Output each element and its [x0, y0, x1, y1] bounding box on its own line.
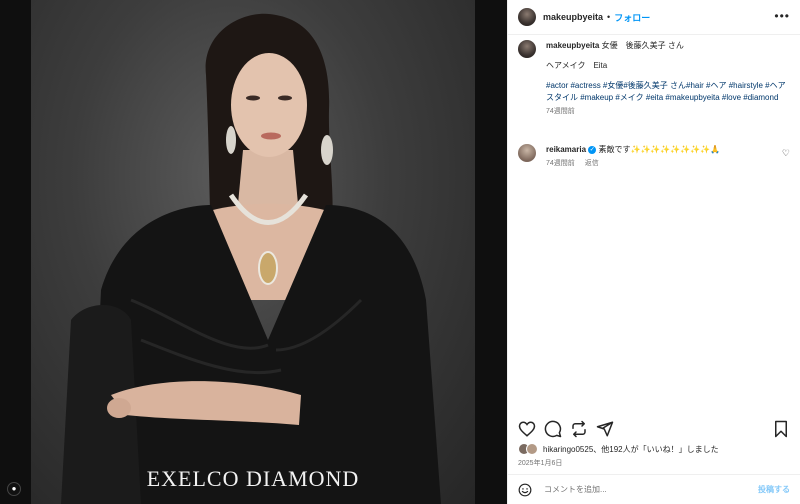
comment-text: 素敵です✨✨✨✨✨✨✨✨🙏 — [598, 145, 721, 154]
comment-time: 74週間前 — [546, 160, 575, 167]
post-date: 2025年1月6日 — [518, 460, 563, 467]
likes-text[interactable]: hikaringo0525、他192人が「いいね！」しました — [543, 444, 719, 455]
post-header: makeupbyeita • フォロー ••• — [508, 0, 800, 35]
caption-time: 74週間前 — [546, 108, 575, 115]
share-send-icon[interactable] — [596, 420, 614, 438]
comment-bubble-icon[interactable] — [544, 420, 562, 438]
post-side-panel: makeupbyeita • フォロー ••• makeupbyeita 女優 … — [507, 0, 800, 504]
header-separator: • — [607, 12, 611, 22]
commenter-avatar[interactable] — [518, 144, 536, 162]
post-actions — [518, 419, 790, 439]
caption-line2: ヘアメイク Eita — [546, 61, 608, 70]
caption-hashtags[interactable]: #actor #actress #女優#後藤久美子 さん#hair #ヘア #h… — [546, 80, 790, 104]
verified-badge-icon: ✓ — [588, 145, 597, 154]
liker-avatar — [526, 443, 538, 455]
more-horizontal-icon[interactable]: ••• — [774, 9, 790, 23]
author-username[interactable]: makeupbyeita — [543, 12, 603, 22]
comment-item: reikamaria ✓ 素敵です✨✨✨✨✨✨✨✨🙏 74週間前 返信 ♡ — [518, 144, 790, 170]
author-avatar[interactable] — [518, 8, 536, 26]
caption-line1: 女優 後藤久美子 さん — [601, 41, 684, 50]
follow-button[interactable]: フォロー — [614, 11, 650, 24]
emoji-smile-icon[interactable] — [518, 483, 532, 497]
photo-edge-left — [0, 0, 31, 504]
save-bookmark-icon[interactable] — [772, 420, 790, 438]
portrait-illustration — [61, 13, 441, 504]
likes-summary[interactable]: hikaringo0525、他192人が「いいね！」しました — [518, 443, 719, 455]
tagged-user-icon[interactable]: ● — [7, 482, 21, 496]
post-caption: makeupbyeita 女優 後藤久美子 さん ヘアメイク Eita #act… — [518, 40, 790, 118]
post-comment-button[interactable]: 投稿する — [758, 484, 790, 495]
brand-watermark: EXELCO DIAMOND — [146, 466, 360, 491]
like-heart-icon[interactable] — [518, 420, 536, 438]
post-photo[interactable]: EXELCO DIAMOND ● — [0, 0, 507, 504]
comment-input[interactable] — [542, 484, 758, 495]
photo-edge-right — [475, 0, 507, 504]
reply-button[interactable]: 返信 — [585, 160, 599, 167]
caption-username[interactable]: makeupbyeita — [546, 41, 599, 50]
comment-like-heart-icon[interactable]: ♡ — [782, 148, 790, 159]
repost-icon[interactable] — [570, 420, 588, 438]
caption-author-avatar[interactable] — [518, 40, 536, 58]
comment-username[interactable]: reikamaria — [546, 145, 586, 154]
comment-box: 投稿する — [508, 474, 800, 504]
